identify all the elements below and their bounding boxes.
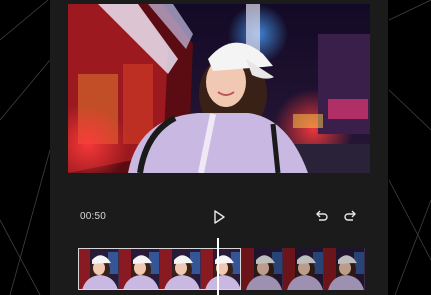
timeline-frame[interactable] xyxy=(78,248,119,290)
timeline-frames xyxy=(78,248,365,290)
timeline-frame[interactable] xyxy=(283,248,324,290)
current-time: 00:50 xyxy=(80,211,107,222)
timeline-frame[interactable] xyxy=(242,248,283,290)
video-frame-image xyxy=(68,4,370,173)
player-controls: 00:50 xyxy=(68,200,370,234)
redo-icon[interactable] xyxy=(342,208,360,226)
timeline-frame[interactable] xyxy=(324,248,365,290)
undo-icon[interactable] xyxy=(312,208,330,226)
timeline-track[interactable] xyxy=(78,248,370,290)
timeline-frame[interactable] xyxy=(160,248,201,290)
timeline-frame[interactable] xyxy=(119,248,160,290)
play-icon[interactable] xyxy=(210,208,228,226)
video-preview[interactable] xyxy=(68,4,370,173)
playhead[interactable] xyxy=(217,238,219,295)
timeline-frame[interactable] xyxy=(201,248,242,290)
